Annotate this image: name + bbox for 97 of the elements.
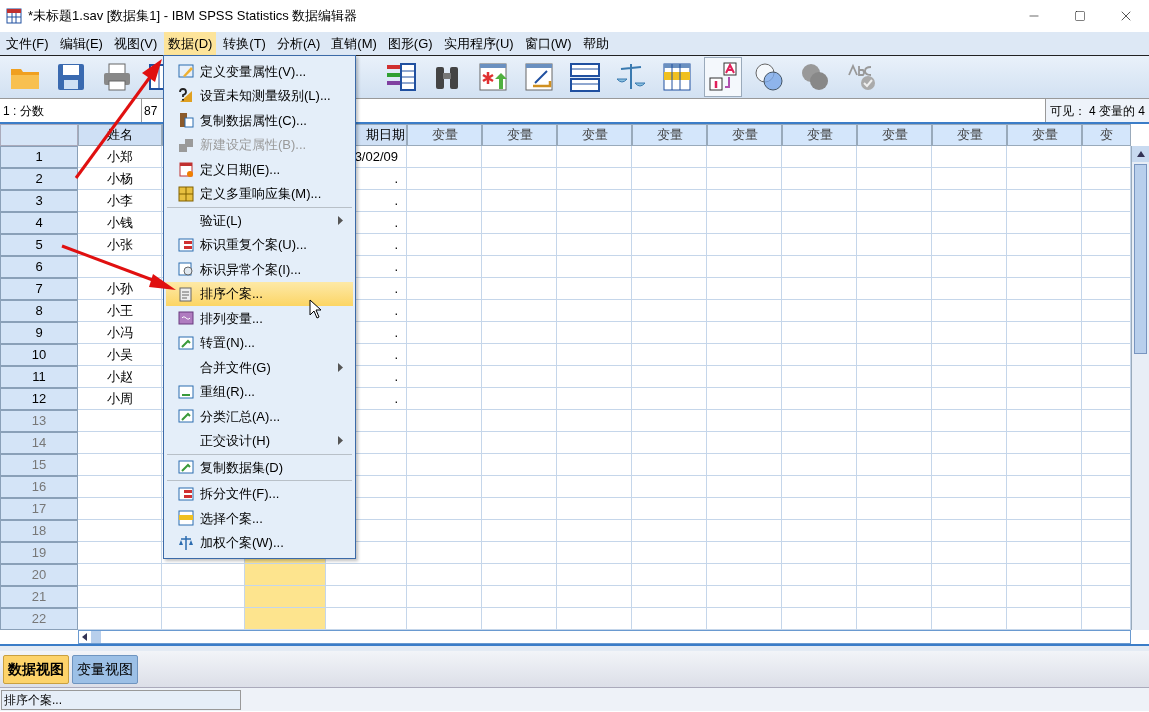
row-number[interactable]: 19 xyxy=(0,542,78,564)
column-header[interactable]: 变量 xyxy=(932,124,1007,146)
menu-entry[interactable]: 选择个案... xyxy=(166,506,353,531)
row-number[interactable]: 2 xyxy=(0,168,78,190)
table-cell: 小赵 xyxy=(78,366,162,388)
column-header[interactable]: 变量 xyxy=(1007,124,1082,146)
book-table-icon xyxy=(178,112,194,129)
menu-entry[interactable]: 拆分文件(F)... xyxy=(166,481,353,506)
horizontal-scrollbar[interactable] xyxy=(78,630,1131,644)
vertical-scrollbar[interactable] xyxy=(1131,146,1149,630)
menu-entry[interactable]: 复制数据集(D) xyxy=(166,455,353,480)
submenu-arrow-icon xyxy=(338,215,343,225)
row-number[interactable]: 8 xyxy=(0,300,78,322)
submenu-arrow-icon xyxy=(338,362,343,372)
row-number[interactable]: 6 xyxy=(0,256,78,278)
column-header[interactable]: 变量 xyxy=(407,124,482,146)
question-ruler-icon xyxy=(178,87,194,104)
menu-entry[interactable]: 排序个案... xyxy=(166,281,353,306)
menu-entry[interactable]: 定义变量属性(V)... xyxy=(166,59,353,84)
scroll-thumb[interactable] xyxy=(91,631,101,643)
column-header[interactable]: 变量 xyxy=(482,124,557,146)
row-number[interactable]: 15 xyxy=(0,454,78,476)
mouse-pointer-icon xyxy=(309,299,322,319)
arrow-table-icon xyxy=(178,459,194,476)
row-number[interactable]: 20 xyxy=(0,564,78,586)
marked-rows-table-icon xyxy=(178,236,194,253)
scales-icon xyxy=(178,534,194,551)
menu-item[interactable]: 转换(T) xyxy=(219,32,270,55)
highlighted-table-icon xyxy=(178,510,194,527)
app-icon xyxy=(6,8,22,24)
row-number[interactable]: 9 xyxy=(0,322,78,344)
column-header[interactable]: 变量 xyxy=(782,124,857,146)
menu-item[interactable]: 窗口(W) xyxy=(520,32,576,55)
status-text: 排序个案... xyxy=(1,689,241,710)
row-number[interactable]: 18 xyxy=(0,520,78,542)
wave-table-icon xyxy=(178,310,194,327)
document-icon xyxy=(178,285,194,302)
grid-icon xyxy=(178,185,194,202)
cell-value-field[interactable]: 87 xyxy=(142,101,160,120)
table-cell: 小冯 xyxy=(78,322,162,344)
submenu-arrow-icon xyxy=(338,436,343,446)
row-number[interactable]: 5 xyxy=(0,234,78,256)
table-cell: 小周 xyxy=(78,388,162,410)
column-header[interactable]: 变 xyxy=(1082,124,1131,146)
magnifier-table-icon xyxy=(178,261,194,278)
row-number[interactable]: 3 xyxy=(0,190,78,212)
calendar-icon xyxy=(178,161,194,178)
row-number[interactable]: 12 xyxy=(0,388,78,410)
menu-item[interactable]: 图形(G) xyxy=(383,32,437,55)
row-number[interactable]: 1 xyxy=(0,146,78,168)
arrow-table-icon xyxy=(178,408,194,425)
menu-item[interactable]: 数据(D) xyxy=(164,32,217,55)
table-cell: 小张 xyxy=(78,234,162,256)
row-number[interactable]: 17 xyxy=(0,498,78,520)
marked-rows-table-icon xyxy=(178,485,194,502)
table-cell: 小郑 xyxy=(78,146,162,168)
splitter-bar[interactable] xyxy=(0,644,1149,651)
row-number[interactable]: 22 xyxy=(0,608,78,630)
row-number[interactable]: 14 xyxy=(0,432,78,454)
menu-entry[interactable]: 正交设计(H) xyxy=(166,428,353,453)
menu-entry[interactable]: 加权个案(W)... xyxy=(166,530,353,555)
pencil-table-icon xyxy=(178,63,194,80)
row-number[interactable]: 13 xyxy=(0,410,78,432)
arrow-table-icon xyxy=(178,334,194,351)
view-tab[interactable]: 变量视图 xyxy=(72,655,138,684)
row-number[interactable]: 7 xyxy=(0,278,78,300)
row-number[interactable]: 10 xyxy=(0,344,78,366)
table-cell: 小钱 xyxy=(78,212,162,234)
table-cell: 小吴 xyxy=(78,344,162,366)
menu-item[interactable]: 帮助 xyxy=(578,32,613,55)
column-header[interactable]: 变量 xyxy=(707,124,782,146)
menu-item[interactable]: 直销(M) xyxy=(327,32,381,55)
window-title: *未标题1.sav [数据集1] - IBM SPSS Statistics 数据编辑器 xyxy=(28,7,358,26)
column-header[interactable]: 变量 xyxy=(857,124,932,146)
row-number[interactable]: 16 xyxy=(0,476,78,498)
menu-item[interactable]: 实用程序(U) xyxy=(439,32,518,55)
row-number[interactable]: 11 xyxy=(0,366,78,388)
cell-reference: 1 : 分数 xyxy=(0,99,142,122)
menu-entry[interactable]: 设置未知测量级别(L)... xyxy=(166,83,353,108)
menu-item[interactable]: 文件(F) xyxy=(2,32,53,55)
scroll-up-icon[interactable] xyxy=(1136,151,1145,157)
row-number[interactable]: 4 xyxy=(0,212,78,234)
scroll-thumb[interactable] xyxy=(1134,164,1147,354)
table-cell: 小王 xyxy=(78,300,162,322)
table-cell: 小孙 xyxy=(78,278,162,300)
blocks-icon xyxy=(178,136,194,153)
table-cell: 小李 xyxy=(78,190,162,212)
column-header[interactable]: 变量 xyxy=(632,124,707,146)
menu-item[interactable]: 编辑(E) xyxy=(55,32,107,55)
value-labels-icon[interactable] xyxy=(704,57,742,97)
table-cell: 小杨 xyxy=(78,168,162,190)
visible-variables-label: 可见： 4 变量的 4 xyxy=(1044,99,1149,122)
maximize-icon xyxy=(1074,10,1086,22)
menu-item[interactable]: 分析(A) xyxy=(272,32,325,55)
column-header[interactable]: 变量 xyxy=(557,124,632,146)
view-tab[interactable]: 数据视图 xyxy=(3,655,69,684)
menu-item[interactable]: 视图(V) xyxy=(109,32,162,55)
